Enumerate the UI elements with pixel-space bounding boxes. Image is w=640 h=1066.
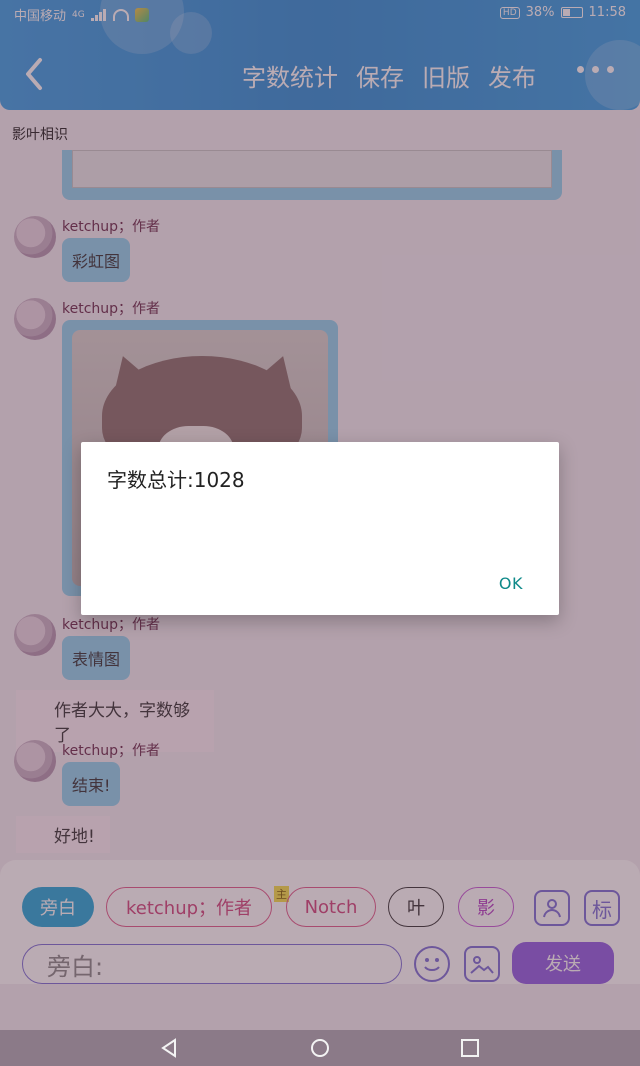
dialog-ok-button[interactable]: OK bbox=[499, 574, 523, 593]
word-count-dialog: 字数总计:1028 OK bbox=[81, 442, 559, 615]
nav-home-icon[interactable] bbox=[310, 1038, 330, 1058]
dialog-message: 字数总计:1028 bbox=[107, 468, 245, 492]
nav-recents-icon[interactable] bbox=[460, 1038, 480, 1058]
nav-back-icon[interactable] bbox=[160, 1038, 180, 1058]
system-nav-bar bbox=[0, 1030, 640, 1066]
